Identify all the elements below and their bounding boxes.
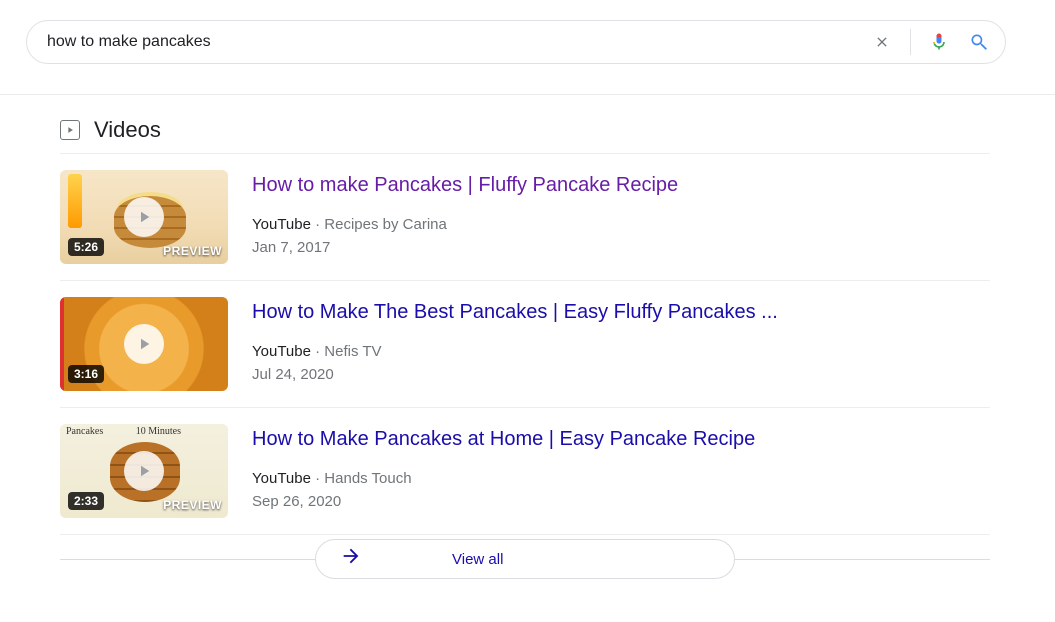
search-action-icons	[870, 29, 991, 55]
videos-section-icon	[60, 120, 80, 140]
video-source: YouTube	[252, 343, 311, 360]
view-all-row: View all	[60, 534, 990, 584]
video-date: Jul 24, 2020	[252, 366, 778, 383]
header-divider	[0, 94, 1055, 95]
search-bar-area	[0, 0, 1055, 64]
clear-icon[interactable]	[870, 30, 894, 54]
video-info: How to Make Pancakes at Home | Easy Panc…	[252, 424, 755, 518]
search-icon[interactable]	[967, 30, 991, 54]
play-icon	[124, 451, 164, 491]
results-content: Videos 5:26 PREVIEW How to make Pancakes…	[0, 117, 990, 584]
preview-badge: PREVIEW	[163, 244, 222, 258]
view-all-button[interactable]: View all	[315, 539, 735, 579]
video-info: How to make Pancakes | Fluffy Pancake Re…	[252, 170, 678, 264]
duration-badge: 5:26	[68, 238, 104, 256]
video-title-link[interactable]: How to Make The Best Pancakes | Easy Flu…	[252, 299, 778, 325]
video-date: Jan 7, 2017	[252, 239, 678, 256]
video-source: YouTube	[252, 216, 311, 233]
video-meta: YouTube · Nefis TV	[252, 343, 778, 360]
divider	[910, 29, 911, 55]
videos-section-header: Videos	[60, 117, 990, 143]
video-list: 5:26 PREVIEW How to make Pancakes | Fluf…	[60, 153, 990, 535]
video-source: YouTube	[252, 470, 311, 487]
video-meta: YouTube · Recipes by Carina	[252, 216, 678, 233]
video-channel: Hands Touch	[324, 470, 411, 487]
mic-icon[interactable]	[927, 30, 951, 54]
video-thumbnail[interactable]: 2:33 PREVIEW	[60, 424, 228, 518]
video-result: 5:26 PREVIEW How to make Pancakes | Fluf…	[60, 154, 990, 281]
duration-badge: 2:33	[68, 492, 104, 510]
video-channel: Nefis TV	[324, 343, 381, 360]
video-title-link[interactable]: How to Make Pancakes at Home | Easy Panc…	[252, 426, 755, 452]
video-result: 2:33 PREVIEW How to Make Pancakes at Hom…	[60, 408, 990, 535]
video-info: How to Make The Best Pancakes | Easy Flu…	[252, 297, 778, 391]
play-icon	[124, 197, 164, 237]
search-box[interactable]	[26, 20, 1006, 64]
play-icon	[124, 324, 164, 364]
preview-badge: PREVIEW	[163, 498, 222, 512]
video-thumbnail[interactable]: 3:16	[60, 297, 228, 391]
arrow-right-icon	[340, 545, 362, 573]
search-input[interactable]	[47, 33, 870, 51]
video-channel: Recipes by Carina	[324, 216, 447, 233]
video-date: Sep 26, 2020	[252, 493, 755, 510]
videos-section-title: Videos	[94, 117, 161, 143]
video-title-link[interactable]: How to make Pancakes | Fluffy Pancake Re…	[252, 172, 678, 198]
video-meta: YouTube · Hands Touch	[252, 470, 755, 487]
video-result: 3:16 How to Make The Best Pancakes | Eas…	[60, 281, 990, 408]
video-thumbnail[interactable]: 5:26 PREVIEW	[60, 170, 228, 264]
duration-badge: 3:16	[68, 365, 104, 383]
view-all-label: View all	[452, 551, 503, 568]
